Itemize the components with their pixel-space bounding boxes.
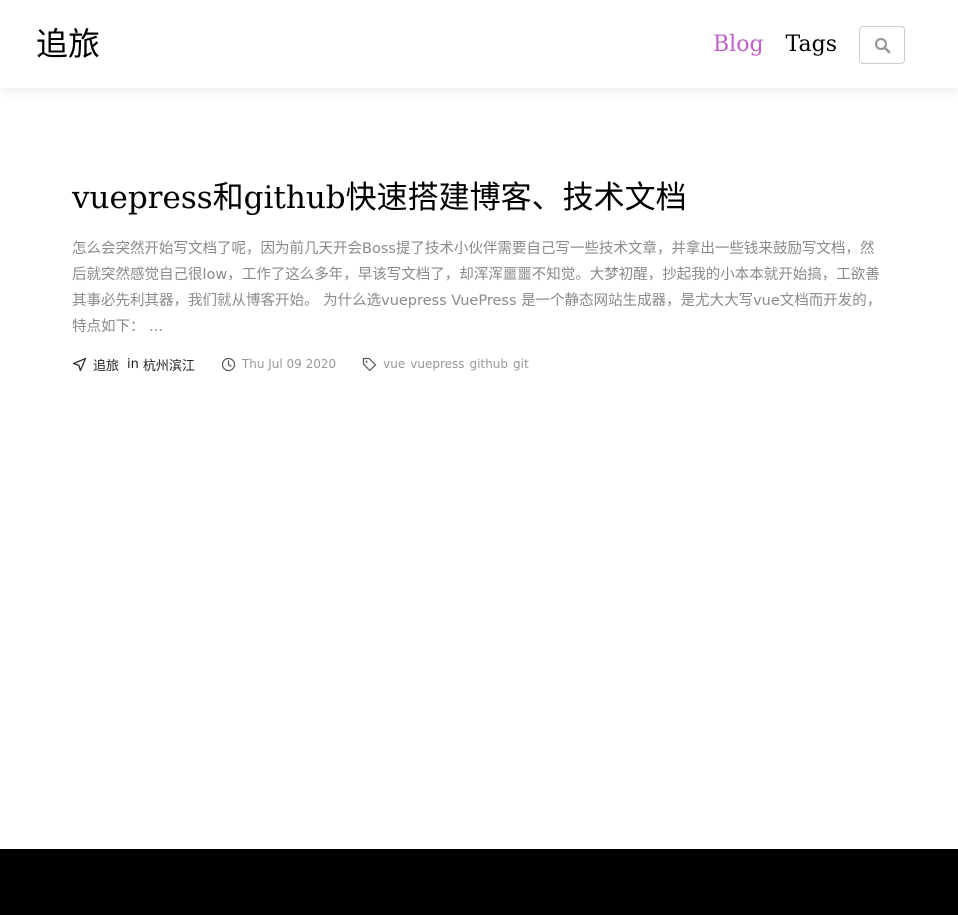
post-excerpt: 怎么会突然开始写文档了呢，因为前几天开会Boss提了技术小伙伴需要自己写一些技术… <box>72 241 882 335</box>
footer-bar <box>0 849 958 915</box>
search-icon <box>874 37 891 54</box>
post-list: vuepress和github快速搭建博客、技术文档 怎么会突然开始写文档了呢，… <box>72 170 887 374</box>
nav-link-blog[interactable]: Blog <box>713 26 764 64</box>
search-button[interactable] <box>859 26 905 64</box>
post-author[interactable]: 追旅 <box>93 355 119 374</box>
site-title[interactable]: 追旅 <box>36 24 100 64</box>
nav-link-tags[interactable]: Tags <box>786 26 837 64</box>
tag-link-github[interactable]: github <box>470 357 508 371</box>
site-header: 追旅 Blog Tags <box>0 0 958 88</box>
tag-link-vuepress[interactable]: vuepress <box>410 357 464 371</box>
post-tags-group: vue vuepress github git <box>362 357 534 372</box>
tag-link-vue[interactable]: vue <box>383 357 405 371</box>
post-meta: 追旅 in 杭州滨江 Thu Jul 09 2020 vue vuepress … <box>72 354 887 374</box>
main-nav: Blog Tags <box>713 26 905 64</box>
post-author-group: 追旅 in 杭州滨江 <box>72 355 195 374</box>
post-location-prefix: in <box>127 356 139 372</box>
post-date-group: Thu Jul 09 2020 <box>221 357 336 372</box>
tag-icon <box>362 357 377 372</box>
clock-icon <box>221 357 236 372</box>
tag-link-git[interactable]: git <box>513 357 529 371</box>
post-location: 杭州滨江 <box>142 358 195 374</box>
post-title-link[interactable]: vuepress和github快速搭建博客、技术文档 <box>72 170 887 226</box>
navigation-icon <box>72 357 87 372</box>
post-item: vuepress和github快速搭建博客、技术文档 怎么会突然开始写文档了呢，… <box>72 170 887 374</box>
post-date: Thu Jul 09 2020 <box>241 357 337 371</box>
